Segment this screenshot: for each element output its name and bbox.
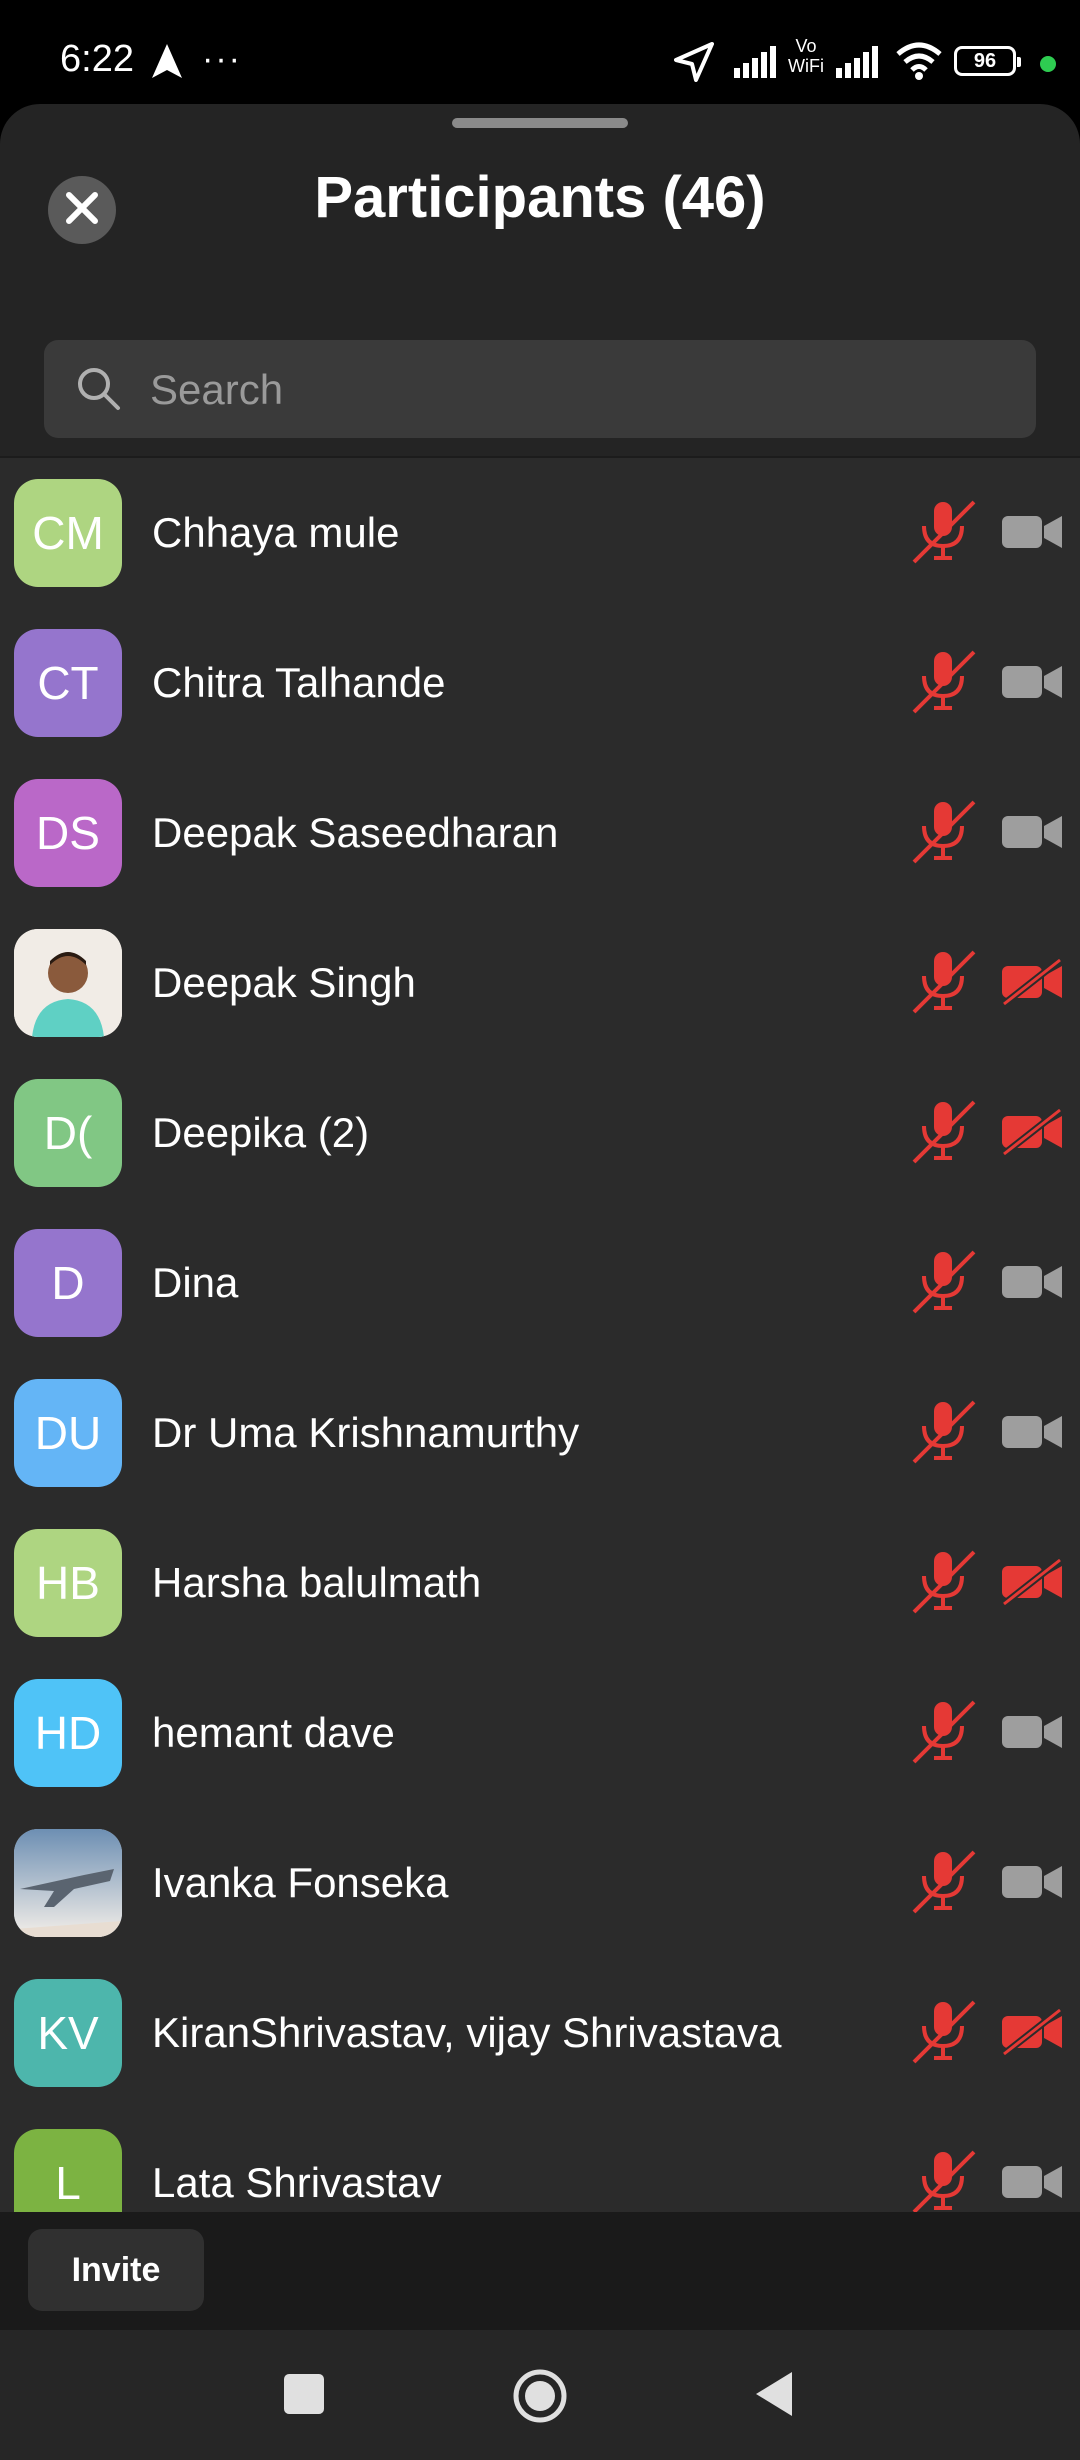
avatar: CT bbox=[14, 629, 122, 737]
participant-name: Chitra Talhande bbox=[152, 659, 446, 706]
vowifi-icon: Vo WiFi bbox=[788, 36, 824, 76]
camera-icon bbox=[1000, 1408, 1064, 1461]
invite-button[interactable]: Invite bbox=[28, 2229, 204, 2311]
mic-muted-icon bbox=[910, 948, 978, 1021]
status-time: 6:22 bbox=[60, 38, 134, 80]
back-button[interactable] bbox=[754, 2370, 794, 2423]
list-item[interactable]: KV KiranShrivastav, vijay Shrivastava bbox=[0, 1958, 1080, 2108]
list-item[interactable]: Deepak Singh bbox=[0, 908, 1080, 1058]
page-title: Participants (46) bbox=[314, 165, 766, 230]
mic-muted-icon bbox=[910, 1998, 978, 2071]
camera-icon bbox=[1000, 808, 1064, 861]
participant-name: Ivanka Fonseka bbox=[152, 1859, 449, 1906]
participant-name: Deepika (2) bbox=[152, 1109, 370, 1156]
avatar bbox=[14, 929, 122, 1037]
avatar: D bbox=[14, 1229, 122, 1337]
mic-muted-icon bbox=[910, 2148, 978, 2221]
avatar: DU bbox=[14, 1379, 122, 1487]
camera-icon bbox=[1000, 1708, 1064, 1761]
mic-muted-icon bbox=[910, 798, 978, 871]
list-item[interactable]: CT Chitra Talhande bbox=[0, 608, 1080, 758]
avatar: D( bbox=[14, 1079, 122, 1187]
search-input[interactable] bbox=[148, 340, 1012, 440]
camera-icon bbox=[1000, 1858, 1064, 1911]
avatar: KV bbox=[14, 1979, 122, 2087]
participant-name: Deepak Saseedharan bbox=[152, 809, 559, 856]
camera-icon bbox=[1000, 658, 1064, 711]
more-notifications-icon: ··· bbox=[202, 40, 242, 78]
wifi-icon bbox=[896, 42, 942, 85]
battery-icon: 96 bbox=[954, 46, 1021, 76]
avatar: DS bbox=[14, 779, 122, 887]
status-bar: 6:22 ··· Vo WiFi 96 bbox=[0, 0, 1080, 100]
list-item[interactable]: D( Deepika (2) bbox=[0, 1058, 1080, 1208]
list-item[interactable]: HB Harsha balulmath bbox=[0, 1508, 1080, 1658]
mic-muted-icon bbox=[910, 1098, 978, 1171]
list-item[interactable]: CM Chhaya mule bbox=[0, 458, 1080, 608]
camera-icon bbox=[1000, 508, 1064, 561]
mic-muted-icon bbox=[910, 1848, 978, 1921]
participant-name: Dr Uma Krishnamurthy bbox=[152, 1409, 580, 1456]
participants-sheet: Participants (46) CM Chhaya mule CT Chitra … bbox=[0, 104, 1080, 2330]
list-item[interactable]: Ivanka Fonseka bbox=[0, 1808, 1080, 1958]
participant-name: Deepak Singh bbox=[152, 959, 416, 1006]
avatar bbox=[14, 1829, 122, 1937]
mic-muted-icon bbox=[910, 1248, 978, 1321]
list-item[interactable]: DS Deepak Saseedharan bbox=[0, 758, 1080, 908]
navigation-bar bbox=[0, 2330, 1080, 2460]
camera-off-icon bbox=[1000, 957, 1064, 1011]
signal-icon-2 bbox=[836, 46, 880, 83]
location-icon bbox=[674, 42, 714, 87]
camera-icon bbox=[1000, 2158, 1064, 2211]
recents-button[interactable] bbox=[284, 2374, 324, 2414]
camera-off-icon bbox=[1000, 1557, 1064, 1611]
camera-icon bbox=[1000, 1258, 1064, 1311]
mic-muted-icon bbox=[910, 648, 978, 721]
list-item[interactable]: D Dina bbox=[0, 1208, 1080, 1358]
mic-muted-icon bbox=[910, 1548, 978, 1621]
search-box[interactable] bbox=[44, 340, 1036, 440]
mic-muted-icon bbox=[910, 1698, 978, 1771]
camera-off-icon bbox=[1000, 1107, 1064, 1161]
list-item[interactable]: DU Dr Uma Krishnamurthy bbox=[0, 1358, 1080, 1508]
drag-handle[interactable] bbox=[452, 118, 628, 128]
bottom-bar: Invite bbox=[0, 2212, 1080, 2330]
camera-off-icon bbox=[1000, 2007, 1064, 2061]
mic-muted-icon bbox=[910, 1398, 978, 1471]
avatar: CM bbox=[14, 479, 122, 587]
participant-name: hemant dave bbox=[152, 1709, 395, 1756]
participant-name: Harsha balulmath bbox=[152, 1559, 482, 1606]
privacy-dot-icon bbox=[1040, 56, 1056, 72]
search-icon bbox=[74, 364, 122, 417]
navigation-arrow-icon bbox=[152, 44, 182, 83]
avatar: HB bbox=[14, 1529, 122, 1637]
signal-icon bbox=[734, 46, 778, 83]
participant-name: Chhaya mule bbox=[152, 509, 400, 556]
participant-list[interactable]: CM Chhaya mule CT Chitra Talhande DS Deepak S… bbox=[0, 458, 1080, 2316]
participant-name: KiranShrivastav, vijay Shrivastava bbox=[152, 2009, 782, 2056]
avatar: HD bbox=[14, 1679, 122, 1787]
participant-name: Dina bbox=[152, 1259, 239, 1306]
home-button[interactable] bbox=[512, 2368, 568, 2424]
list-item[interactable]: HD hemant dave bbox=[0, 1658, 1080, 1808]
mic-muted-icon bbox=[910, 498, 978, 571]
